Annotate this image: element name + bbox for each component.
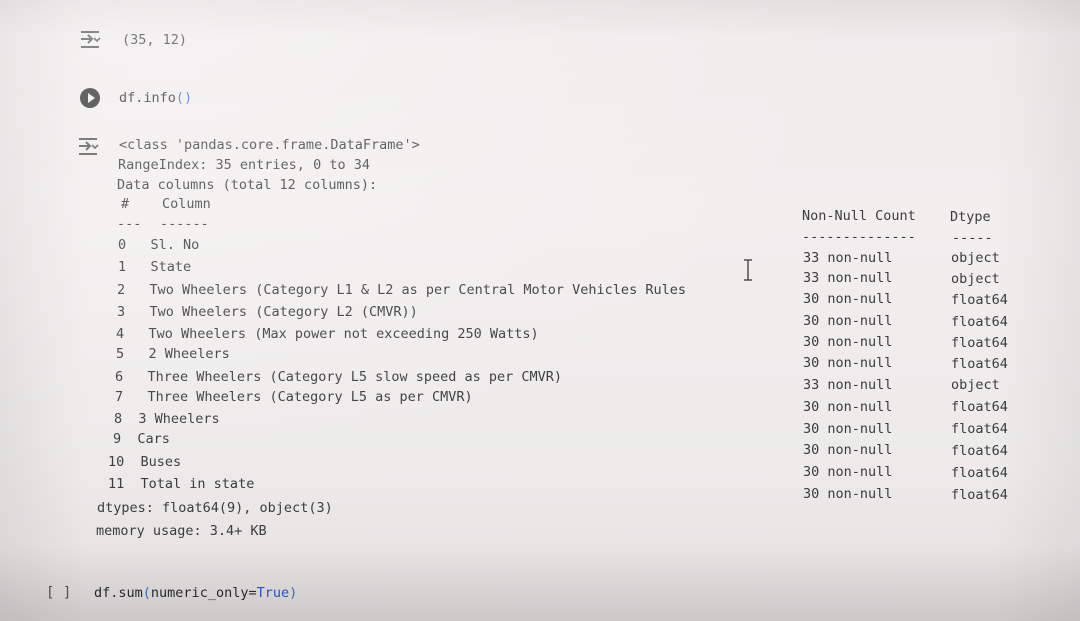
column-idx: 8 (114, 411, 123, 427)
dtype-cell: object (951, 250, 1000, 266)
dtype-cell: float64 (951, 335, 1008, 351)
nonnull-cell: 30 non-null (803, 421, 893, 437)
cell-prompt[interactable]: [ ] (46, 585, 71, 601)
output-toggle-icon[interactable] (78, 29, 102, 51)
column-row: 3 Two Wheelers (Category L2 (CMVR)) (117, 304, 418, 320)
sep-num: --- (117, 216, 142, 232)
dtype-cell: float64 (951, 487, 1008, 503)
dtype-cell: float64 (951, 356, 1008, 372)
header-num: # (121, 196, 130, 212)
text-cursor-icon (744, 259, 752, 281)
dtype-cell: float64 (951, 443, 1008, 459)
output-toggle-icon[interactable] (76, 136, 100, 158)
column-idx: 0 (118, 237, 127, 253)
column-name: Two Wheelers (Category L2 (CMVR)) (149, 304, 418, 320)
dtype-cell: float64 (951, 421, 1008, 437)
nonnull-cell: 30 non-null (803, 442, 893, 458)
column-name: State (150, 259, 192, 275)
code-arg: numeric_only= (150, 585, 257, 601)
column-name: Buses (140, 454, 182, 470)
column-row: 1 State (118, 259, 191, 275)
dtypes-summary: dtypes: float64(9), object(3) (97, 500, 333, 516)
column-idx: 1 (118, 259, 127, 275)
sep-dtype: ----- (952, 230, 993, 246)
nonnull-cell: 30 non-null (803, 464, 893, 480)
class-line: <class 'pandas.core.frame.DataFrame'> (119, 137, 420, 153)
column-name: Total in state (140, 476, 255, 492)
column-row: 0 Sl. No (118, 237, 199, 253)
code-prefix: df. (94, 585, 119, 601)
column-name: Two Wheelers (Category L1 & L2 as per Ce… (149, 282, 686, 298)
column-row: 8 3 Wheelers (114, 411, 220, 427)
column-row: 6 Three Wheelers (Category L5 slow speed… (115, 369, 562, 385)
nonnull-cell: 33 non-null (803, 250, 893, 266)
shape-output: (35, 12) (122, 32, 188, 48)
code-parens: () (175, 90, 193, 106)
code-close-paren: ) (289, 585, 298, 601)
column-row: 10 Buses (108, 454, 181, 470)
dtype-cell: float64 (951, 292, 1008, 308)
nonnull-cell: 33 non-null (803, 270, 893, 286)
code-fn: sum (118, 585, 143, 601)
notebook-screen: (35, 12) df.info() <class 'pandas.core.f… (0, 0, 1080, 621)
column-idx: 7 (115, 389, 124, 405)
nonnull-cell: 30 non-null (803, 399, 893, 415)
column-row: 4 Two Wheelers (Max power not exceeding … (116, 326, 539, 342)
memory-usage: memory usage: 3.4+ KB (96, 523, 267, 539)
column-row: 5 2 Wheelers (116, 346, 230, 362)
dtype-cell: object (951, 377, 1000, 393)
dtype-cell: float64 (951, 399, 1008, 415)
header-nonnull: Non-Null Count (802, 208, 916, 224)
sep-nonnull: -------------- (802, 229, 916, 245)
info-code: df.info() (119, 90, 192, 106)
column-name: 3 Wheelers (138, 411, 220, 427)
column-idx: 2 (117, 282, 126, 298)
dtype-cell: object (951, 271, 1000, 287)
nonnull-cell: 30 non-null (803, 313, 893, 329)
column-idx: 6 (115, 369, 124, 385)
dtype-cell: float64 (951, 314, 1008, 330)
nonnull-cell: 30 non-null (803, 355, 893, 371)
column-name: Cars (137, 431, 170, 447)
nonnull-cell: 30 non-null (803, 291, 893, 307)
sep-column: ------ (160, 216, 209, 232)
column-name: Three Wheelers (Category L5 as per CMVR) (147, 389, 473, 405)
column-name: 2 Wheelers (148, 346, 230, 362)
column-idx: 10 (108, 454, 125, 470)
code-keyword: True (256, 585, 290, 601)
column-idx: 11 (108, 476, 125, 492)
column-name: Three Wheelers (Category L5 slow speed a… (147, 369, 563, 385)
column-row: 7 Three Wheelers (Category L5 as per CMV… (115, 389, 473, 405)
column-name: Sl. No (150, 237, 200, 253)
range-index-line: RangeIndex: 35 entries, 0 to 34 (118, 157, 370, 173)
column-row: 11 Total in state (108, 476, 254, 492)
column-idx: 4 (116, 326, 125, 342)
code-fn: df.info (119, 90, 176, 106)
column-idx: 5 (116, 346, 125, 362)
nonnull-cell: 33 non-null (803, 377, 893, 393)
code-open-paren: ( (142, 585, 151, 601)
data-columns-line: Data columns (total 12 columns): (117, 177, 378, 193)
sum-code[interactable]: df.sum(numeric_only=True) (94, 585, 297, 601)
run-cell-icon[interactable] (80, 88, 100, 108)
header-column: Column (162, 196, 211, 212)
nonnull-cell: 30 non-null (803, 334, 893, 350)
nonnull-cell: 30 non-null (803, 486, 893, 502)
dtype-cell: float64 (951, 465, 1008, 481)
column-name: Two Wheelers (Max power not exceeding 25… (148, 326, 539, 342)
header-dtype: Dtype (950, 209, 991, 225)
column-row: 2 Two Wheelers (Category L1 & L2 as per … (117, 282, 686, 298)
column-idx: 9 (113, 431, 122, 447)
column-idx: 3 (117, 304, 126, 320)
column-row: 9 Cars (113, 431, 170, 447)
